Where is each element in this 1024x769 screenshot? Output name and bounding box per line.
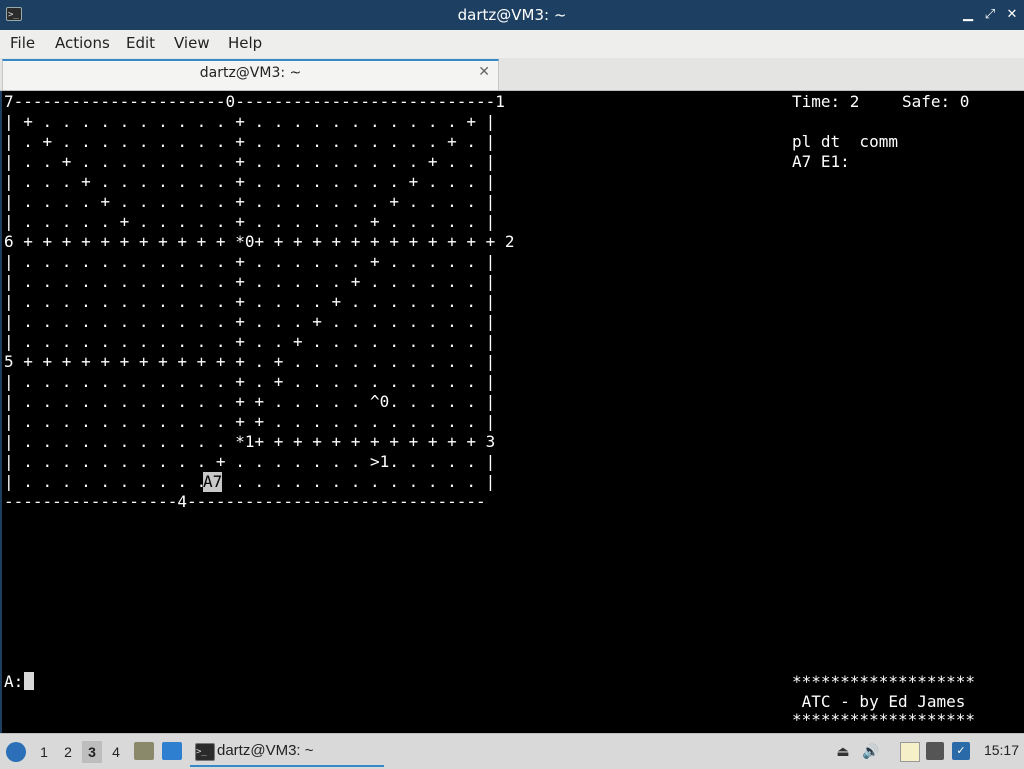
map-row: | . . . . . . . . . . . + . . + . . . . … [4, 332, 496, 351]
flight-list-header: pl dt comm [792, 132, 898, 151]
map-row: | . . . . . . . . . . . + . . . . + . . … [4, 292, 496, 311]
close-icon[interactable]: ✕ [1003, 6, 1021, 24]
menu-edit[interactable]: Edit [126, 30, 155, 56]
menu-actions[interactable]: Actions [55, 30, 110, 56]
map-row: | . . . . . + . . . . . + . . . . . . + … [4, 212, 496, 231]
map-row: | . . + . . . . . . . . + . . . . . . . … [4, 152, 496, 171]
map-row: | . . . . . . . . . . . + . . . . . . + … [4, 252, 496, 271]
map-row: | . . . . . . . . . . . + + . . . . . ^0… [4, 392, 496, 411]
file-manager-icon[interactable] [134, 742, 154, 760]
plane-marker: A7 [203, 472, 223, 492]
banner-stars-bottom: ******************* [792, 710, 976, 729]
map-row: | + . . . . . . . . . . + . . . . . . . … [4, 112, 496, 131]
clipboard-icon[interactable] [900, 742, 920, 762]
time-counter: Time: 2 [792, 92, 860, 111]
map-row: | . . . . . . . . . . + . . . . . . . >1… [4, 452, 496, 471]
window-title: dartz@VM3: ~ [457, 6, 567, 24]
map-row: 5 + + + + + + + + + + + + . + . . . . . … [4, 352, 496, 371]
clock: 15:17 [983, 742, 1019, 758]
window-titlebar[interactable]: >_ dartz@VM3: ~ ▁ ⤢ ✕ [0, 0, 1024, 30]
lxqt-start-icon[interactable] [6, 742, 26, 762]
map-row: | . . . . . . . . . . . + . . . . . + . … [4, 272, 496, 291]
menu-view[interactable]: View [174, 30, 210, 56]
taskbar: 1 2 3 4 >_ dartz@VM3: ~ ⏏ 🔊 ✓ 15:17 [0, 733, 1024, 769]
tab-close-icon[interactable]: ✕ [478, 64, 490, 80]
workspace-3[interactable]: 3 [82, 741, 102, 763]
map-row: 7----------------------0----------------… [4, 92, 505, 111]
tab-terminal[interactable]: dartz@VM3: ~ ✕ [2, 59, 499, 90]
menu-help[interactable]: Help [228, 30, 262, 56]
banner-stars-top: ******************* [792, 672, 976, 691]
task-label: dartz@VM3: ~ [217, 742, 314, 759]
map-row: ------------------4---------------------… [4, 492, 486, 511]
map-row: | . . . . . . . . . . . *1+ + + + + + + … [4, 432, 496, 451]
show-desktop-icon[interactable] [162, 742, 182, 760]
flight-list-entry: A7 E1: [792, 152, 850, 171]
workspace-1[interactable]: 1 [34, 741, 54, 763]
safe-counter: Safe: 0 [902, 92, 970, 111]
tab-label: dartz@VM3: ~ [199, 65, 302, 81]
volume-icon[interactable]: 🔊 [862, 742, 880, 760]
map-row: | . . . . + . . . . . . + . . . . . . . … [4, 192, 496, 211]
notification-icon[interactable]: ✓ [952, 742, 970, 760]
command-prompt: A: [4, 672, 24, 691]
text-cursor [24, 672, 34, 690]
eject-icon[interactable]: ⏏ [834, 742, 852, 760]
map-row: | . . . . . . . . . . . + . + . . . . . … [4, 372, 496, 391]
tab-bar: dartz@VM3: ~ ✕ [0, 58, 1024, 91]
map-row: | . . . + . . . . . . . + . . . . . . . … [4, 172, 496, 191]
banner-title: ATC - by Ed James [792, 692, 966, 711]
workspace-4[interactable]: 4 [106, 741, 126, 763]
maximize-icon[interactable]: ⤢ [981, 6, 999, 24]
menu-file[interactable]: File [10, 30, 35, 56]
map-row: | . . . . . . . . . . . . . . . . . . . … [4, 472, 496, 491]
workspace-2[interactable]: 2 [58, 741, 78, 763]
map-row: | . . . . . . . . . . . + + . . . . . . … [4, 412, 496, 431]
terminal-view[interactable]: 7----------------------0----------------… [0, 91, 1024, 733]
terminal-icon: >_ [195, 743, 215, 761]
taskbar-task-terminal[interactable]: >_ dartz@VM3: ~ [190, 738, 384, 767]
network-icon[interactable] [926, 742, 944, 760]
map-row: 6 + + + + + + + + + + + *0+ + + + + + + … [4, 232, 515, 251]
minimize-icon[interactable]: ▁ [959, 6, 977, 24]
map-row: | . + . . . . . . . . . + . . . . . . . … [4, 132, 496, 151]
menu-bar: File Actions Edit View Help [0, 30, 1024, 59]
map-row: | . . . . . . . . . . . + . . . + . . . … [4, 312, 496, 331]
